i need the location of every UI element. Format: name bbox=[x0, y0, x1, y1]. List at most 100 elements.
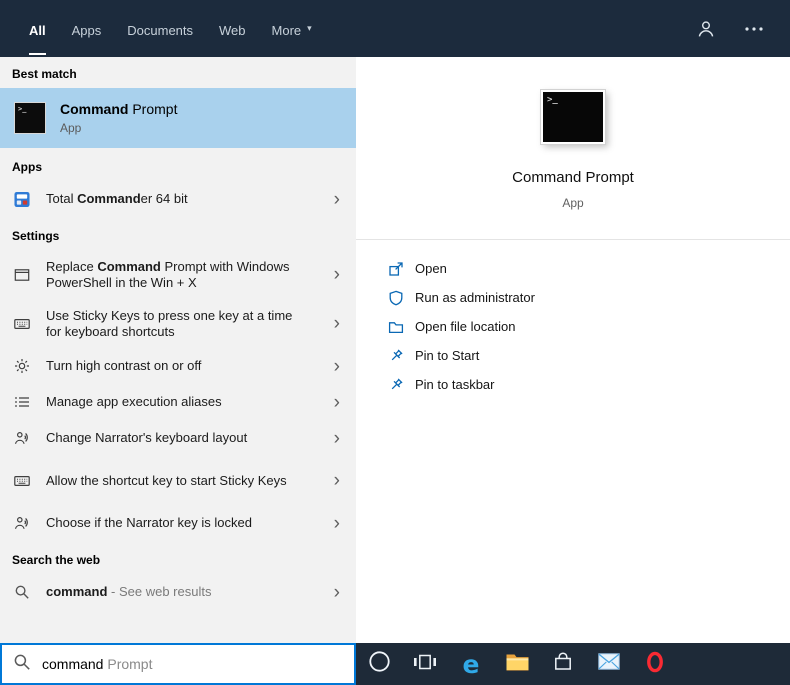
edge-icon: e bbox=[462, 649, 480, 679]
taskbar-cortana-button[interactable] bbox=[356, 643, 402, 685]
taskbar-edge-button[interactable]: e bbox=[448, 643, 494, 685]
tab-web[interactable]: Web bbox=[206, 0, 259, 57]
ellipsis-icon[interactable] bbox=[744, 26, 764, 32]
mail-icon bbox=[598, 653, 620, 675]
settings-result-narrator-key-locked[interactable]: Choose if the Narrator key is locked › bbox=[0, 505, 356, 541]
list-icon bbox=[14, 394, 30, 410]
settings-result-label: Use Sticky Keys to press one key at a ti… bbox=[46, 307, 293, 339]
file-explorer-icon bbox=[506, 652, 529, 676]
taskbar-file-explorer-button[interactable] bbox=[494, 643, 540, 685]
preview-panel: >_ Command Prompt App Open Run as admini… bbox=[356, 57, 790, 643]
chevron-right-icon: › bbox=[333, 355, 340, 377]
settings-result-label: Allow the shortcut key to start Sticky K… bbox=[46, 472, 287, 488]
command-prompt-icon: >_ bbox=[14, 102, 46, 134]
action-pin-to-taskbar[interactable]: Pin to taskbar bbox=[388, 370, 790, 399]
settings-result-shortcut-sticky-keys[interactable]: Allow the shortcut key to start Sticky K… bbox=[0, 456, 356, 505]
search-input-text: command Prompt bbox=[42, 656, 153, 672]
chevron-right-icon: › bbox=[333, 313, 340, 334]
settings-result-label: Choose if the Narrator key is locked bbox=[46, 515, 252, 530]
action-run-as-administrator[interactable]: Run as administrator bbox=[388, 283, 790, 312]
settings-result-narrator-keyboard-layout[interactable]: Change Narrator's keyboard layout › bbox=[0, 420, 356, 456]
store-icon bbox=[552, 651, 574, 678]
cortana-icon bbox=[368, 650, 391, 678]
windows-search-flyout: All Apps Documents Web More ▾ Best match… bbox=[0, 0, 790, 685]
taskbar: e bbox=[356, 643, 790, 685]
preview-actions: Open Run as administrator Open file loca… bbox=[356, 240, 790, 399]
app-result-label: Total Commander 64 bit bbox=[46, 191, 188, 206]
action-label: Run as administrator bbox=[415, 290, 535, 305]
taskbar-opera-button[interactable] bbox=[632, 643, 678, 685]
action-label: Open bbox=[415, 261, 447, 276]
narrator-icon bbox=[14, 430, 30, 446]
keyboard-icon bbox=[14, 316, 30, 332]
best-match-text: Command Prompt App bbox=[60, 101, 177, 135]
tab-all-label: All bbox=[29, 3, 46, 55]
taskbar-task-view-button[interactable] bbox=[402, 643, 448, 685]
apps-section-label: Apps bbox=[12, 160, 42, 174]
task-view-icon bbox=[413, 651, 437, 678]
tab-web-label: Web bbox=[219, 22, 246, 38]
settings-result-high-contrast[interactable]: Turn high contrast on or off › bbox=[0, 348, 356, 384]
web-result-command[interactable]: command - See web results › bbox=[0, 574, 356, 610]
tab-more[interactable]: More ▾ bbox=[259, 0, 325, 57]
settings-result-label: Change Narrator's keyboard layout bbox=[46, 430, 248, 445]
best-match-result-command-prompt[interactable]: >_ Command Prompt App bbox=[0, 88, 356, 148]
action-open-file-location[interactable]: Open file location bbox=[388, 312, 790, 341]
best-match-title: Command Prompt bbox=[60, 101, 178, 117]
tab-more-label: More bbox=[271, 22, 302, 38]
search-filter-tabs: All Apps Documents Web More ▾ bbox=[0, 0, 325, 57]
search-icon bbox=[14, 584, 30, 600]
tab-apps[interactable]: Apps bbox=[59, 0, 115, 57]
action-pin-to-start[interactable]: Pin to Start bbox=[388, 341, 790, 370]
chevron-right-icon: › bbox=[333, 188, 340, 210]
preview-subtitle: App bbox=[562, 196, 584, 210]
taskbar-store-button[interactable] bbox=[540, 643, 586, 685]
chevron-right-icon: › bbox=[333, 512, 340, 534]
tab-documents-label: Documents bbox=[127, 22, 194, 38]
chevron-right-icon: › bbox=[333, 470, 340, 491]
opera-icon bbox=[644, 651, 666, 678]
search-header: All Apps Documents Web More ▾ bbox=[0, 0, 790, 57]
search-results-area: Best match >_ Command Prompt App Apps To… bbox=[0, 57, 790, 643]
best-match-subtitle: App bbox=[60, 121, 82, 135]
results-list-panel: Best match >_ Command Prompt App Apps To… bbox=[0, 57, 356, 643]
settings-result-app-execution-aliases[interactable]: Manage app execution aliases › bbox=[0, 384, 356, 420]
app-result-total-commander[interactable]: Total Commander 64 bit › bbox=[0, 181, 356, 217]
action-label: Open file location bbox=[415, 319, 516, 334]
settings-result-sticky-keys-one-key[interactable]: Use Sticky Keys to press one key at a ti… bbox=[0, 299, 356, 348]
pin-icon bbox=[388, 377, 404, 393]
web-result-label: command - See web results bbox=[46, 584, 212, 599]
best-match-section-label: Best match bbox=[12, 67, 77, 81]
settings-result-label: Turn high contrast on or off bbox=[46, 358, 202, 373]
chevron-right-icon: › bbox=[333, 427, 340, 449]
open-icon bbox=[388, 261, 404, 277]
header-actions bbox=[696, 0, 790, 57]
folder-icon bbox=[388, 319, 404, 335]
console-window-icon bbox=[14, 267, 30, 283]
settings-result-replace-command-prompt[interactable]: Replace Command Prompt with Windows Powe… bbox=[0, 250, 356, 299]
settings-result-label: Manage app execution aliases bbox=[46, 394, 222, 409]
chevron-right-icon: › bbox=[333, 264, 340, 285]
action-open[interactable]: Open bbox=[388, 254, 790, 283]
narrator-icon bbox=[14, 515, 30, 531]
web-section-label: Search the web bbox=[12, 553, 101, 567]
search-input[interactable]: command Prompt bbox=[0, 643, 356, 685]
tab-apps-label: Apps bbox=[71, 22, 102, 38]
chevron-right-icon: › bbox=[333, 391, 340, 413]
chevron-right-icon: › bbox=[333, 581, 340, 603]
preview-title: Command Prompt bbox=[512, 169, 634, 186]
total-commander-icon bbox=[14, 191, 30, 208]
tab-all[interactable]: All bbox=[16, 0, 59, 57]
chevron-down-icon: ▾ bbox=[307, 23, 312, 33]
keyboard-icon bbox=[14, 473, 30, 489]
taskbar-mail-button[interactable] bbox=[586, 643, 632, 685]
user-feedback-icon[interactable] bbox=[696, 19, 716, 39]
action-label: Pin to taskbar bbox=[415, 377, 495, 392]
settings-section-label: Settings bbox=[12, 229, 60, 243]
search-icon bbox=[13, 653, 31, 676]
settings-result-label: Replace Command Prompt with Windows Powe… bbox=[46, 258, 290, 290]
tab-documents[interactable]: Documents bbox=[114, 0, 206, 57]
action-label: Pin to Start bbox=[415, 348, 480, 363]
command-prompt-icon-large: >_ bbox=[540, 89, 606, 145]
taskbar-area: command Prompt e bbox=[0, 643, 790, 685]
